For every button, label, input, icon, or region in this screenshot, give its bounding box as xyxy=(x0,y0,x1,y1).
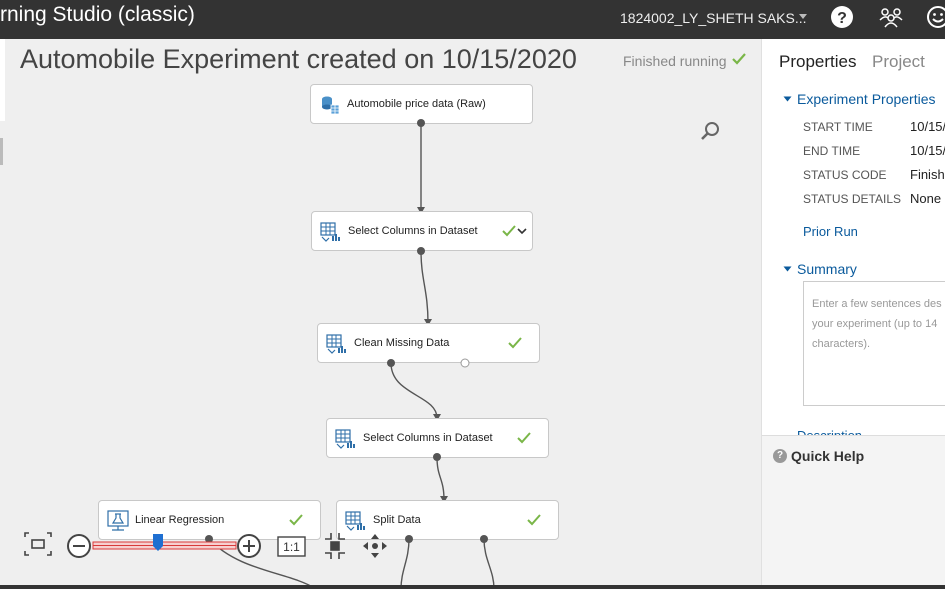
prop-value: 10/15/ xyxy=(910,119,945,134)
module-finished-check-icon xyxy=(502,225,516,237)
module-node[interactable]: Select Columns in Dataset xyxy=(326,418,549,458)
left-panel-edge xyxy=(0,39,5,121)
prop-key: STATUS CODE xyxy=(803,168,887,182)
flask-module-icon xyxy=(107,510,129,531)
experiment-properties-heading[interactable]: Experiment Properties xyxy=(797,91,936,107)
pan-icon[interactable] xyxy=(363,534,387,558)
summary-textarea[interactable]: Enter a few sentences des your experimen… xyxy=(803,281,945,406)
app-title: rning Studio (classic) xyxy=(0,3,195,26)
summary-heading[interactable]: Summary xyxy=(797,261,857,277)
prop-key: STATUS DETAILS xyxy=(803,192,902,206)
module-label: Linear Regression xyxy=(135,514,225,526)
prop-value: Finishe xyxy=(910,167,945,182)
zoom-out-icon[interactable] xyxy=(67,534,91,558)
actual-size-label: 1:1 xyxy=(283,540,300,554)
module-label: Split Data xyxy=(373,514,421,526)
module-label: Select Columns in Dataset xyxy=(348,225,478,237)
description-heading[interactable]: Description xyxy=(797,428,862,435)
community-icon[interactable] xyxy=(878,4,904,30)
tab-project[interactable]: Project xyxy=(872,52,925,72)
module-finished-check-icon xyxy=(508,337,522,349)
module-finished-check-icon xyxy=(289,514,303,526)
module-node[interactable]: Clean Missing Data xyxy=(317,323,540,363)
module-node[interactable]: Select Columns in Dataset xyxy=(311,211,533,251)
quick-help-icon[interactable]: ? xyxy=(773,449,787,463)
bottom-bar xyxy=(0,585,945,589)
chevron-down-icon[interactable] xyxy=(517,226,527,236)
run-finished-check-icon xyxy=(732,53,746,65)
table-module-icon xyxy=(326,334,346,354)
properties-panel: Properties Project Experiment Properties… xyxy=(761,39,945,585)
minimap-icon[interactable] xyxy=(325,533,345,559)
feedback-smiley-icon[interactable] xyxy=(925,4,945,30)
experiment-title[interactable]: Automobile Experiment created on 10/15/2… xyxy=(20,44,577,75)
run-status-text: Finished running xyxy=(623,53,727,69)
collapse-triangle-icon[interactable] xyxy=(783,96,792,102)
help-icon[interactable]: ? xyxy=(829,4,855,30)
prop-value: 10/15/ xyxy=(910,143,945,158)
tab-properties[interactable]: Properties xyxy=(779,52,856,72)
zoom-slider[interactable] xyxy=(92,534,237,551)
module-node[interactable]: Automobile price data (Raw) xyxy=(310,84,533,124)
module-label: Select Columns in Dataset xyxy=(363,432,493,444)
module-label: Clean Missing Data xyxy=(354,337,450,349)
prop-key: END TIME xyxy=(803,144,861,158)
quick-help-label[interactable]: Quick Help xyxy=(791,448,864,464)
table-module-icon xyxy=(345,511,365,531)
dataset-icon xyxy=(322,96,340,115)
account-caret-icon[interactable] xyxy=(799,14,807,19)
module-finished-check-icon xyxy=(517,432,531,444)
collapse-triangle-icon[interactable] xyxy=(783,266,792,272)
summary-placeholder: Enter a few sentences des your experimen… xyxy=(812,298,942,350)
zoom-in-icon[interactable] xyxy=(237,534,261,558)
module-finished-check-icon xyxy=(527,514,541,526)
table-module-icon xyxy=(335,429,355,449)
table-module-icon xyxy=(320,222,340,242)
fit-to-screen-icon[interactable] xyxy=(24,532,52,556)
module-label: Automobile price data (Raw) xyxy=(347,98,486,110)
zoom-controls: 1:1 xyxy=(24,532,387,559)
prop-value: None xyxy=(910,191,942,206)
account-menu[interactable]: 1824002_LY_SHETH SAKS... xyxy=(620,10,807,26)
search-icon[interactable] xyxy=(700,120,722,142)
prior-run-link[interactable]: Prior Run xyxy=(803,224,858,239)
svg-text:?: ? xyxy=(837,10,847,27)
prop-key: START TIME xyxy=(803,120,873,134)
left-panel-collapse-handle[interactable] xyxy=(0,138,3,165)
top-bar: rning Studio (classic) 1824002_LY_SHETH … xyxy=(0,0,945,39)
